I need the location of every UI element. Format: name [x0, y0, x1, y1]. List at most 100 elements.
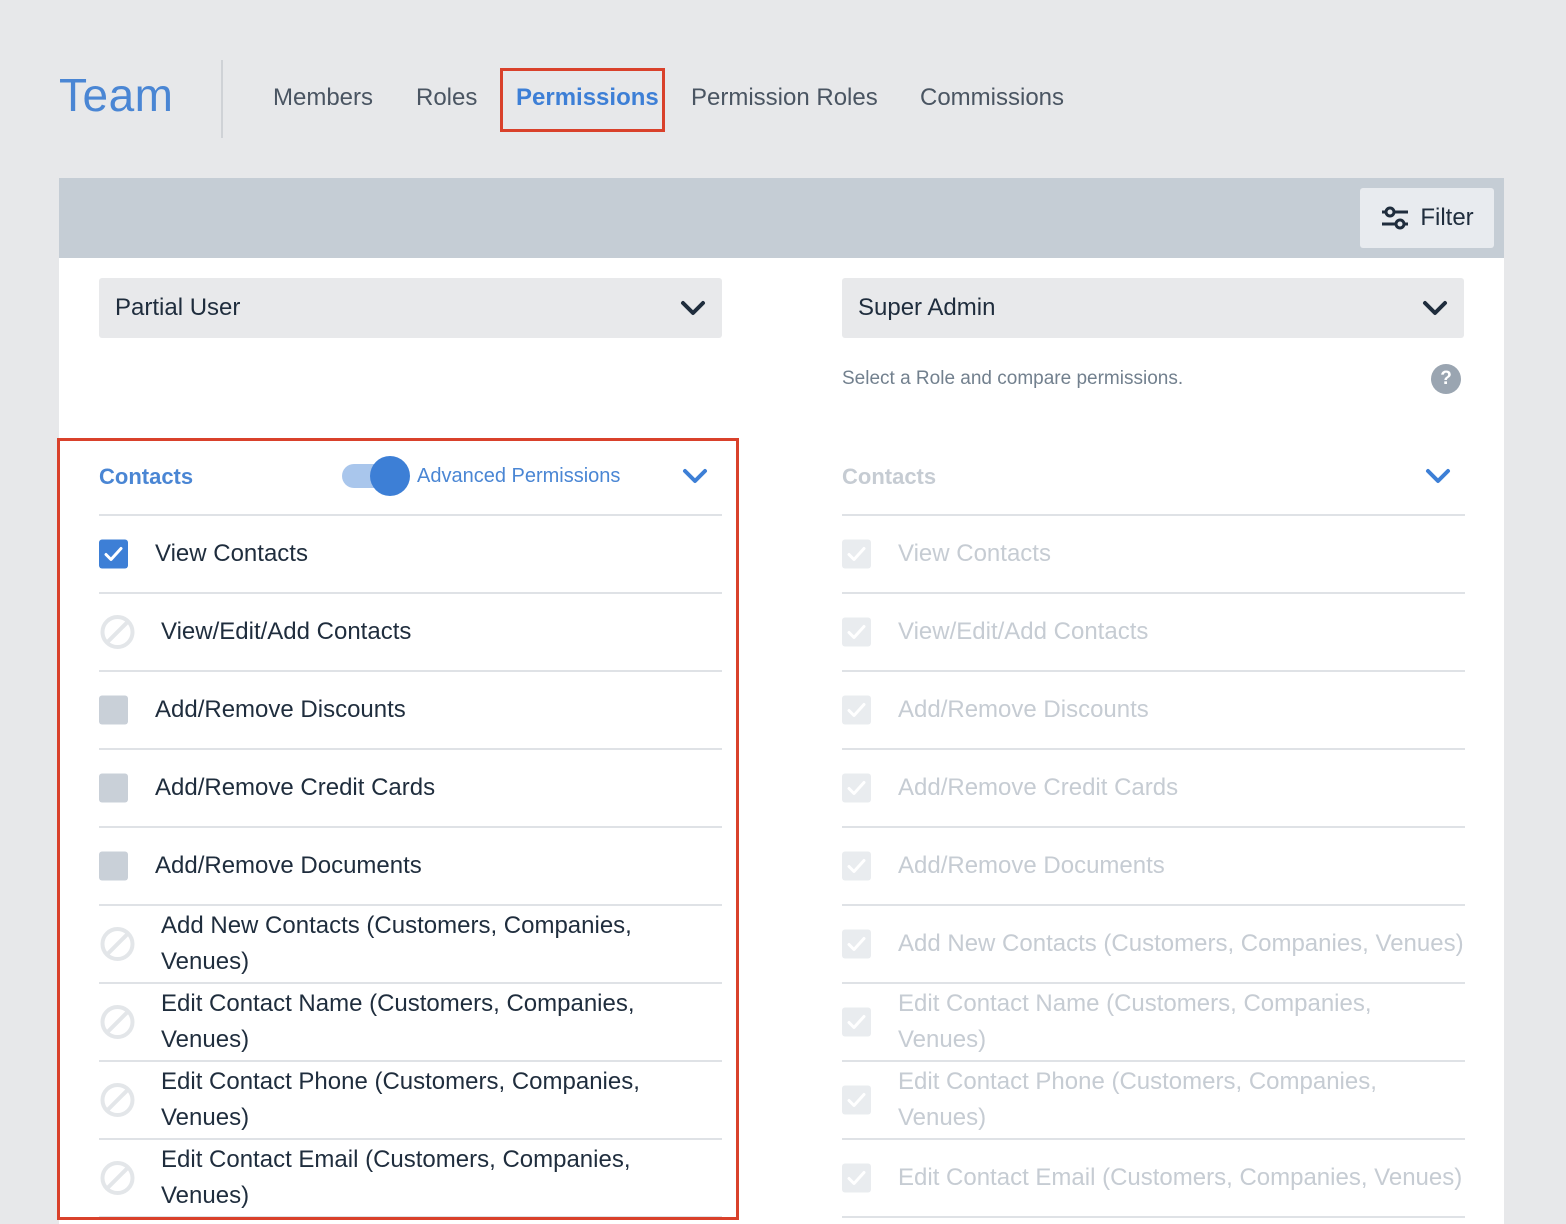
permission-label: Add/Remove Discounts: [155, 696, 406, 723]
permission-checkbox[interactable]: [99, 695, 128, 725]
permission-row: Edit Contact Name (Customers, Companies,…: [99, 984, 722, 1062]
permission-checkbox: [842, 1007, 871, 1037]
right-permissions-column: Contacts View Contacts View/Edit/Add Cont…: [842, 440, 1465, 1218]
help-icon[interactable]: ?: [1431, 364, 1461, 394]
permission-row: Add/Remove Discounts: [842, 672, 1465, 750]
chevron-down-icon[interactable]: [1425, 466, 1451, 486]
permission-label: Edit Contact Name (Customers, Companies,…: [161, 990, 635, 1053]
permission-checkbox: [842, 539, 871, 569]
blocked-icon: [99, 1004, 136, 1041]
permission-control: [842, 773, 871, 803]
permission-control: [99, 614, 136, 651]
tab-commissions[interactable]: Commissions: [920, 84, 1064, 112]
permission-row: Add/Remove Documents: [842, 828, 1465, 906]
compare-hint: Select a Role and compare permissions.: [842, 368, 1184, 389]
permission-control: [99, 539, 128, 569]
permission-control: [842, 1085, 871, 1115]
chevron-down-icon: [681, 301, 705, 315]
right-role-select[interactable]: Super Admin: [842, 278, 1464, 338]
permission-row: Add New Contacts (Customers, Companies, …: [99, 906, 722, 984]
sliders-icon: [1382, 206, 1409, 230]
filter-label: Filter: [1420, 204, 1474, 231]
blocked-icon: [99, 614, 136, 651]
permission-label: Add/Remove Discounts: [898, 696, 1149, 723]
permission-row: Edit Contact Phone (Customers, Companies…: [99, 1062, 722, 1140]
permission-label: Edit Contact Phone (Customers, Companies…: [161, 1068, 640, 1131]
permission-row: Edit Contact Name (Customers, Companies,…: [842, 984, 1465, 1062]
permission-control: [99, 851, 128, 881]
section-header: Contacts Advanced Permissions: [99, 440, 722, 516]
permission-label: View/Edit/Add Contacts: [898, 618, 1149, 645]
permission-checkbox: [842, 773, 871, 803]
section-title: Contacts: [99, 464, 194, 489]
active-tab-highlight: [500, 68, 665, 132]
permission-control: [842, 617, 871, 647]
permission-row: Add/Remove Credit Cards: [99, 750, 722, 828]
blocked-icon: [99, 1082, 136, 1119]
toolbar: Filter: [59, 178, 1504, 258]
permission-label: Add/Remove Credit Cards: [898, 774, 1179, 801]
permission-label: Add/Remove Credit Cards: [155, 774, 436, 801]
advanced-permissions-label: Advanced Permissions: [417, 465, 621, 487]
permission-row: Edit Contact Phone (Customers, Companies…: [842, 1062, 1465, 1140]
permission-row: Add New Contacts (Customers, Companies, …: [842, 906, 1465, 984]
permission-row: View/Edit/Add Contacts: [99, 594, 722, 672]
tab-permission-roles[interactable]: Permission Roles: [691, 84, 878, 112]
permission-checkbox: [842, 929, 871, 959]
permission-label: Add/Remove Documents: [155, 852, 422, 879]
header-divider: [221, 60, 223, 138]
permission-checkbox[interactable]: [99, 539, 128, 569]
chevron-down-icon: [1423, 301, 1447, 315]
blocked-icon: [99, 926, 136, 963]
permission-checkbox: [842, 851, 871, 881]
permission-label: Edit Contact Email (Customers, Companies…: [161, 1146, 631, 1209]
left-role-select[interactable]: Partial User: [99, 278, 722, 338]
right-role-value: Super Admin: [858, 294, 996, 321]
permission-label: Add New Contacts (Customers, Companies, …: [898, 930, 1464, 957]
permission-control: [99, 926, 136, 963]
permission-control: [99, 773, 128, 803]
page-title: Team: [59, 69, 174, 121]
tab-members[interactable]: Members: [273, 84, 373, 112]
permission-control: [842, 695, 871, 725]
permission-control: [842, 539, 871, 569]
permission-control: [99, 1082, 136, 1119]
permission-checkbox: [842, 1085, 871, 1115]
permission-label: View Contacts: [898, 540, 1051, 567]
toggle-knob: [370, 456, 410, 496]
permission-control: [99, 695, 128, 725]
advanced-permissions-toggle[interactable]: [342, 456, 410, 496]
left-role-value: Partial User: [115, 294, 241, 321]
permission-label: View/Edit/Add Contacts: [161, 618, 412, 645]
filter-button[interactable]: Filter: [1360, 188, 1494, 248]
permission-row: View Contacts: [99, 516, 722, 594]
permission-row: View Contacts: [842, 516, 1465, 594]
permission-row: View/Edit/Add Contacts: [842, 594, 1465, 672]
permission-checkbox[interactable]: [99, 851, 128, 881]
permission-control: [842, 1163, 871, 1193]
permission-label: Add/Remove Documents: [898, 852, 1165, 879]
section-header: Contacts: [842, 440, 1465, 516]
left-permissions-column: Contacts Advanced Permissions View Conta…: [99, 440, 722, 1218]
permission-control: [99, 1004, 136, 1041]
tab-roles[interactable]: Roles: [416, 84, 477, 112]
permission-label: Edit Contact Email (Customers, Companies…: [898, 1164, 1463, 1191]
permission-checkbox[interactable]: [99, 773, 128, 803]
permission-checkbox: [842, 617, 871, 647]
permission-checkbox: [842, 1163, 871, 1193]
blocked-icon: [99, 1160, 136, 1197]
permission-row: Edit Contact Email (Customers, Companies…: [842, 1140, 1465, 1218]
permission-label: Add New Contacts (Customers, Companies, …: [161, 912, 632, 975]
chevron-down-icon[interactable]: [682, 466, 708, 486]
permission-label: View Contacts: [155, 540, 308, 567]
permission-control: [842, 1007, 871, 1037]
section-title: Contacts: [842, 464, 937, 489]
permission-row: Edit Contact Email (Customers, Companies…: [99, 1140, 722, 1218]
permission-control: [99, 1160, 136, 1197]
permission-label: Edit Contact Name (Customers, Companies,…: [898, 990, 1372, 1053]
permission-row: Add/Remove Credit Cards: [842, 750, 1465, 828]
permission-label: Edit Contact Phone (Customers, Companies…: [898, 1068, 1377, 1131]
permission-checkbox: [842, 695, 871, 725]
permission-control: [842, 929, 871, 959]
permission-row: Add/Remove Documents: [99, 828, 722, 906]
